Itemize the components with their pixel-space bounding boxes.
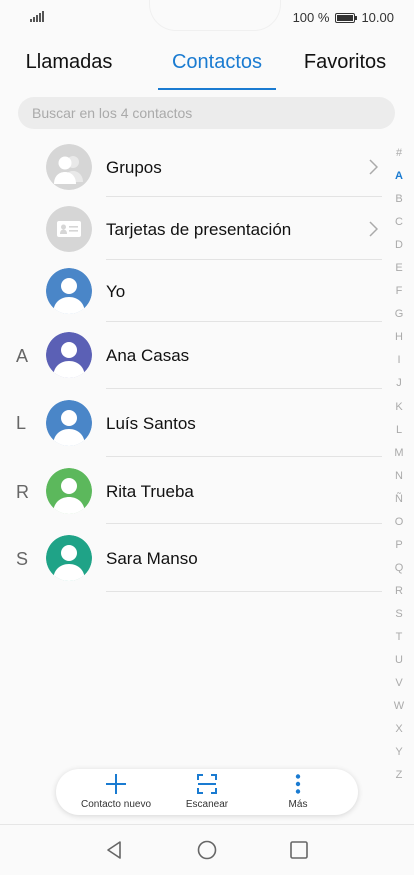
contact-name: Ana Casas	[106, 346, 190, 365]
contact-name: Sara Manso	[106, 549, 198, 568]
recents-icon[interactable]	[288, 839, 310, 861]
divider	[106, 591, 382, 592]
index-letter[interactable]: H	[388, 326, 410, 349]
business-cards-row[interactable]: Tarjetas de presentación	[0, 198, 382, 260]
index-letter[interactable]: X	[388, 718, 410, 741]
contact-row[interactable]: S Sara Manso	[0, 524, 382, 592]
index-letter[interactable]: I	[388, 349, 410, 372]
index-letter[interactable]: Y	[388, 741, 410, 764]
divider	[106, 196, 382, 197]
avatar	[46, 268, 92, 314]
tab-favorites[interactable]: Favoritos	[290, 46, 400, 90]
more-label: Más	[288, 799, 308, 810]
camera-notch	[150, 0, 280, 30]
signal-icon	[30, 11, 44, 22]
index-letter[interactable]: L	[388, 419, 410, 442]
groups-label: Grupos	[106, 158, 162, 177]
back-icon[interactable]	[104, 839, 126, 861]
index-letter[interactable]: Q	[388, 557, 410, 580]
home-icon[interactable]	[196, 839, 218, 861]
status-right: 100 % 10.00	[293, 10, 394, 25]
status-bar: 100 % 10.00	[0, 0, 414, 36]
battery-icon	[335, 12, 358, 23]
index-letter[interactable]: G	[388, 303, 410, 326]
index-letter[interactable]: U	[388, 649, 410, 672]
search-input[interactable]: Buscar en los 4 contactos	[18, 97, 395, 129]
groups-icon	[46, 144, 92, 190]
contact-row[interactable]: R Rita Trueba	[0, 457, 382, 524]
index-letter[interactable]: F	[388, 280, 410, 303]
chevron-right-icon	[369, 159, 378, 175]
business-card-icon	[46, 206, 92, 252]
section-letter: A	[16, 346, 29, 366]
scan-label: Escanear	[185, 799, 229, 810]
contact-name: Luís Santos	[106, 414, 196, 433]
avatar	[46, 468, 92, 514]
section-letter: S	[16, 549, 29, 569]
tab-bar: Llamadas Contactos Favoritos	[0, 46, 414, 90]
my-name: Yo	[106, 282, 126, 301]
index-letter[interactable]: P	[388, 534, 410, 557]
clock: 10.00	[361, 10, 394, 25]
index-letter[interactable]: S	[388, 603, 410, 626]
plus-icon	[106, 774, 126, 794]
more-vertical-icon	[295, 774, 301, 794]
chevron-right-icon	[369, 221, 378, 237]
section-letter: R	[16, 482, 29, 502]
alphabet-index[interactable]: # A B C D E F G H I J K L M N Ñ O P Q R S T U V W X Y Z	[388, 142, 410, 787]
index-letter[interactable]: K	[388, 396, 410, 419]
scan-button[interactable]: Escanear	[157, 769, 257, 815]
avatar	[46, 535, 92, 581]
index-letter[interactable]: E	[388, 257, 410, 280]
tab-indicator	[158, 88, 276, 90]
tab-calls[interactable]: Llamadas	[14, 46, 124, 90]
business-cards-label: Tarjetas de presentación	[106, 220, 292, 239]
index-letter[interactable]: A	[388, 165, 410, 188]
tab-contacts[interactable]: Contactos	[158, 46, 276, 90]
battery-percent: 100 %	[292, 10, 330, 25]
index-letter[interactable]: J	[388, 372, 410, 395]
my-profile-row[interactable]: Yo	[0, 260, 382, 322]
contact-row[interactable]: A Ana Casas	[0, 322, 382, 389]
contact-row[interactable]: L Luís Santos	[0, 389, 382, 457]
avatar	[46, 400, 92, 446]
new-contact-label: Contacto nuevo	[80, 799, 152, 810]
index-letter[interactable]: N	[388, 465, 410, 488]
more-button[interactable]: Más	[248, 769, 348, 815]
index-letter[interactable]: T	[388, 626, 410, 649]
index-letter[interactable]: Z	[388, 764, 410, 787]
index-letter[interactable]: W	[388, 695, 410, 718]
avatar	[46, 332, 92, 378]
index-letter[interactable]: C	[388, 211, 410, 234]
index-letter[interactable]: D	[388, 234, 410, 257]
index-letter[interactable]: #	[388, 142, 410, 165]
index-letter[interactable]: Ñ	[388, 488, 410, 511]
index-letter[interactable]: V	[388, 672, 410, 695]
index-letter[interactable]: O	[388, 511, 410, 534]
contact-name: Rita Trueba	[106, 482, 194, 501]
section-letter: L	[16, 413, 27, 433]
index-letter[interactable]: B	[388, 188, 410, 211]
new-contact-button[interactable]: Contacto nuevo	[66, 769, 166, 815]
index-letter[interactable]: R	[388, 580, 410, 603]
navigation-bar	[0, 824, 414, 875]
groups-row[interactable]: Grupos	[0, 136, 382, 198]
action-bar: Contacto nuevo Escanear Más	[56, 769, 358, 815]
scan-icon	[197, 774, 217, 794]
index-letter[interactable]: M	[388, 442, 410, 465]
